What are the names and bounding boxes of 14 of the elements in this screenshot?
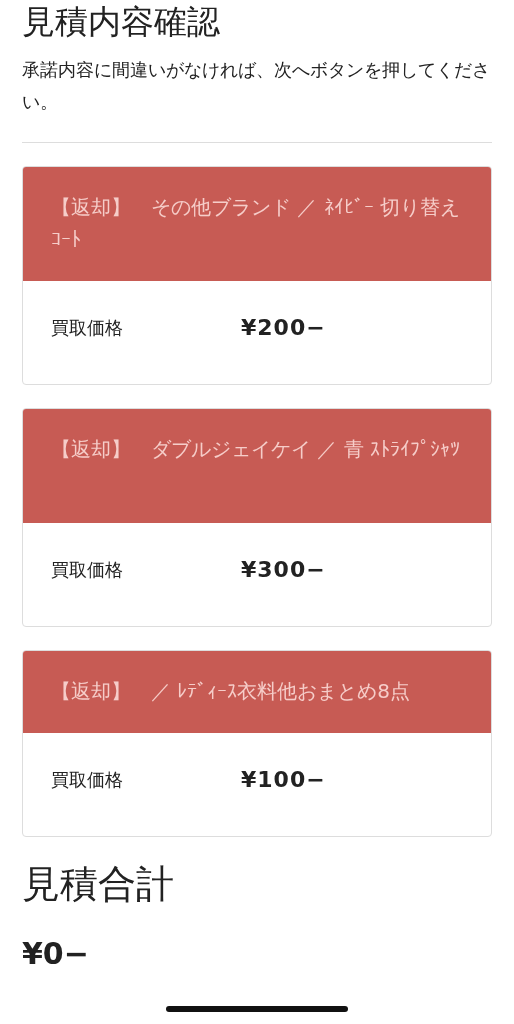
price-label: 買取価格 <box>51 315 124 340</box>
instruction-text: 承諾内容に間違いがなければ、次へボタンを押してください。 <box>22 58 491 114</box>
total-amount: ¥0− <box>22 935 90 973</box>
price-value: ¥200− <box>241 315 326 340</box>
price-value: ¥300− <box>241 557 326 582</box>
total-heading: 見積合計 <box>22 861 175 908</box>
price-label: 買取価格 <box>51 557 124 582</box>
item-header: 【返却】 その他ブランド ／ ﾈｲﾋﾞｰ 切り替えｺｰﾄ <box>23 167 491 281</box>
home-indicator[interactable] <box>166 1006 348 1012</box>
price-value: ¥100− <box>241 767 326 792</box>
page-title: 見積内容確認 <box>22 1 221 42</box>
item-header: 【返却】 ダブルジェイケイ ／ 青 ｽﾄﾗｲﾌﾟｼｬﾂ <box>23 409 491 523</box>
price-label: 買取価格 <box>51 767 124 792</box>
item-header: 【返却】 ／ ﾚﾃﾞｨｰｽ衣料他おまとめ8点 <box>23 651 491 733</box>
